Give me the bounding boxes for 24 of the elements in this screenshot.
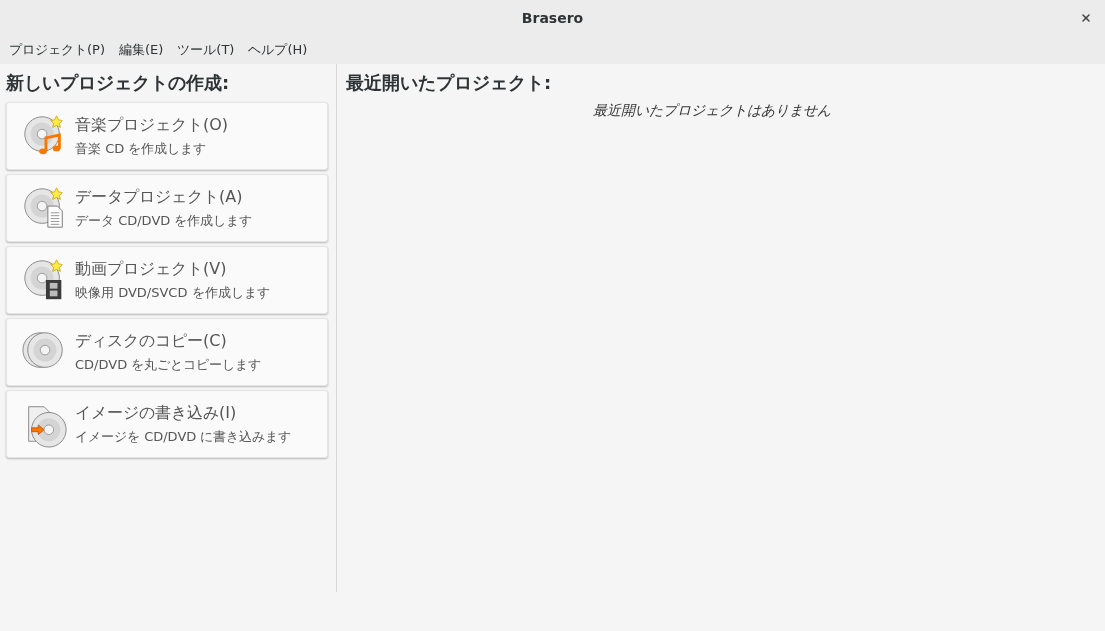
project-title: データプロジェクト(A) <box>75 186 244 208</box>
project-type-button[interactable]: イメージの書き込み(I) イメージを CD/DVD に書き込みます <box>6 390 328 458</box>
project-title: イメージの書き込み(I) <box>75 402 238 424</box>
project-description: CD/DVD を丸ごとコピーします <box>75 355 262 374</box>
project-type-button[interactable]: ディスクのコピー(C) CD/DVD を丸ごとコピーします <box>6 318 328 386</box>
project-description: 音楽 CD を作成します <box>75 139 208 158</box>
project-title: ディスクのコピー(C) <box>75 330 228 352</box>
window-title: Brasero <box>521 10 584 26</box>
project-title: 動画プロジェクト(V) <box>75 258 228 280</box>
project-description: 映像用 DVD/SVCD を作成します <box>75 283 270 302</box>
close-icon <box>1080 12 1092 24</box>
project-type-button[interactable]: データプロジェクト(A) データ CD/DVD を作成します <box>6 174 328 242</box>
project-title: 音楽プロジェクト(O) <box>75 114 229 136</box>
empty-message: 最近開いたプロジェクトはありません <box>592 102 832 120</box>
section-heading: 最近開いたプロジェクト: <box>346 71 553 95</box>
project-type-button[interactable]: 音楽プロジェクト(O) 音楽 CD を作成します <box>6 102 328 170</box>
menu-item[interactable]: ヘルプ(H) <box>241 39 315 61</box>
section-heading: 新しいプロジェクトの作成: <box>6 71 231 95</box>
project-type-button[interactable]: 動画プロジェクト(V) 映像用 DVD/SVCD を作成します <box>6 246 328 314</box>
menu-item[interactable]: 編集(E) <box>112 39 171 61</box>
project-description: イメージを CD/DVD に書き込みます <box>75 427 292 446</box>
project-description: データ CD/DVD を作成します <box>75 211 253 230</box>
menu-item[interactable]: プロジェクト(P) <box>2 39 112 61</box>
menu-item[interactable]: ツール(T) <box>170 39 242 61</box>
